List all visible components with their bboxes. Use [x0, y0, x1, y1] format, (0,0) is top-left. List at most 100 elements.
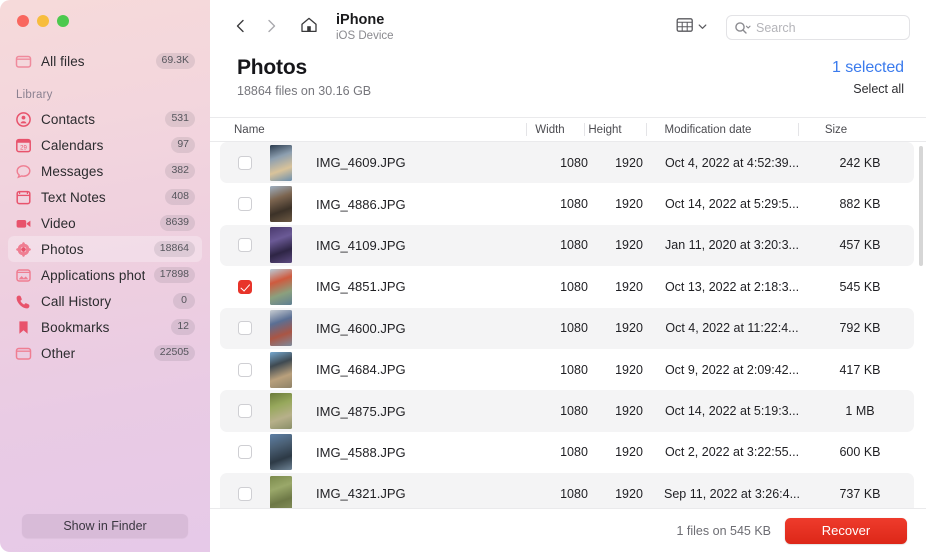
home-button[interactable] [294, 13, 324, 43]
sidebar: All files 69.3K Library Contacts 531 29 Cal… [0, 0, 210, 552]
page-title: Photos [237, 56, 307, 79]
thumbnail [270, 310, 292, 347]
zoom-button[interactable] [57, 15, 69, 27]
table-column-header: Name Width Height Modification date Size [210, 117, 926, 142]
device-subtitle: iOS Device [336, 29, 394, 42]
table-row[interactable]: IMG_4321.JPG 1080 1920 Sep 11, 2022 at 3:26… [220, 473, 914, 508]
photos-flower-icon [15, 241, 32, 258]
sidebar-item-other[interactable]: Other 22505 [8, 340, 202, 366]
view-options-button[interactable] [676, 17, 708, 38]
message-bubble-icon [15, 163, 32, 180]
row-checkbox[interactable] [238, 486, 252, 501]
column-divider[interactable] [584, 123, 585, 136]
sidebar-item-label: Photos [41, 241, 84, 257]
sidebar-item-bookmarks[interactable]: Bookmarks 12 [8, 314, 202, 340]
file-date-cell: Oct 4, 2022 at 4:52:39... [664, 155, 800, 170]
row-checkbox[interactable] [238, 404, 252, 419]
row-checkbox[interactable] [238, 197, 252, 212]
sidebar-item-applications-photo[interactable]: Applications photo 17898 [8, 262, 202, 288]
column-divider[interactable] [646, 123, 647, 136]
sidebar-item-call-history[interactable]: Call History 0 [8, 288, 202, 314]
sidebar-item-contacts[interactable]: Contacts 531 [8, 106, 202, 132]
file-table-body: IMG_4609.JPG 1080 1920 Oct 4, 2022 at 4:52:… [220, 142, 914, 508]
selected-count-label[interactable]: 1 selected [832, 59, 904, 77]
row-checkbox[interactable] [238, 238, 252, 253]
file-height-cell: 1920 [615, 197, 643, 212]
file-height-cell: 1920 [615, 486, 643, 501]
sidebar-item-messages[interactable]: Messages 382 [8, 158, 202, 184]
vertical-scrollbar[interactable] [919, 146, 923, 266]
thumbnail [270, 227, 292, 264]
table-row[interactable]: IMG_4886.JPG 1080 1920 Oct 14, 2022 at 5:29… [220, 183, 914, 224]
sidebar-item-photos[interactable]: Photos 18864 [8, 236, 202, 262]
table-row[interactable]: IMG_4875.JPG 1080 1920 Oct 14, 2022 at 5:19… [220, 390, 914, 432]
file-height-cell: 1920 [615, 238, 643, 253]
minimize-button[interactable] [37, 15, 49, 27]
column-divider[interactable] [798, 123, 799, 136]
search-input[interactable] [756, 20, 902, 35]
chevron-right-icon [263, 18, 279, 37]
device-info: iPhone iOS Device [336, 12, 394, 43]
chevron-down-icon [697, 19, 708, 37]
sidebar-item-text-notes[interactable]: Text Notes 408 [8, 184, 202, 210]
show-in-finder-button[interactable]: Show in Finder [22, 514, 188, 538]
column-divider[interactable] [526, 123, 527, 136]
page-header-right: 1 selected Select all [832, 56, 904, 96]
file-size-cell: 1 MB [845, 404, 875, 419]
file-name-cell: IMG_4886.JPG [316, 196, 406, 212]
file-height-cell: 1920 [615, 155, 643, 170]
column-header-date[interactable]: Modification date [634, 124, 782, 136]
forward-button[interactable] [258, 15, 284, 41]
page-header-left: Photos 18864 files on 30.16 GB [237, 56, 371, 98]
row-checkbox[interactable] [238, 362, 252, 377]
file-size-cell: 242 KB [839, 155, 881, 170]
table-row[interactable]: IMG_4851.JPG 1080 1920 Oct 13, 2022 at 2:18… [220, 266, 914, 307]
thumbnail [270, 434, 292, 471]
file-date-cell: Oct 14, 2022 at 5:29:5... [664, 197, 800, 212]
home-icon [299, 15, 319, 40]
sidebar-item-label: Calendars [41, 137, 104, 153]
sidebar-item-label: Bookmarks [41, 319, 110, 335]
row-checkbox[interactable] [238, 279, 252, 294]
sidebar-item-video[interactable]: Video 8639 [8, 210, 202, 236]
table-row[interactable]: IMG_4684.JPG 1080 1920 Oct 9, 2022 at 2:09:… [220, 349, 914, 390]
file-size-cell: 545 KB [839, 279, 881, 294]
contacts-icon [15, 111, 32, 128]
column-header-name[interactable]: Name [234, 124, 524, 136]
file-name-cell: IMG_4588.JPG [316, 444, 406, 460]
sidebar-item-calendars[interactable]: 29 Calendars 97 [8, 132, 202, 158]
grid-view-icon [676, 17, 694, 38]
page-subtitle: 18864 files on 30.16 GB [237, 84, 372, 98]
table-row[interactable]: IMG_4609.JPG 1080 1920 Oct 4, 2022 at 4:52:… [220, 142, 914, 184]
footer-status-label: 1 files on 545 KB [676, 523, 771, 538]
phone-icon [15, 293, 32, 310]
search-box[interactable] [726, 15, 910, 40]
file-table[interactable]: IMG_4609.JPG 1080 1920 Oct 4, 2022 at 4:52:… [210, 142, 926, 508]
sidebar-item-label: Video [41, 215, 76, 231]
sidebar-item-label: Call History [41, 293, 112, 309]
sidebar-item-list: Contacts 531 29 Calendars 97 Messages 382 Text … [0, 106, 210, 366]
chevron-left-icon [233, 18, 249, 37]
table-row[interactable]: IMG_4588.JPG 1080 1920 Oct 2, 2022 at 3:22:… [220, 432, 914, 473]
file-date-cell: Oct 9, 2022 at 2:09:42... [664, 362, 800, 377]
sidebar-item-badge: 69.3K [155, 53, 195, 69]
table-row[interactable]: IMG_4109.JPG 1080 1920 Jan 11, 2020 at 3:20… [220, 224, 914, 267]
sidebar-item-badge: 8639 [159, 215, 195, 231]
recover-button[interactable]: Recover [785, 517, 907, 544]
sidebar-item-all-files[interactable]: All files 69.3K [8, 48, 202, 74]
calendar-icon: 29 [15, 137, 32, 154]
row-checkbox[interactable] [238, 155, 252, 170]
sidebar-item-label: Other [41, 345, 76, 361]
select-all-button[interactable]: Select all [832, 82, 904, 96]
row-checkbox[interactable] [238, 321, 252, 336]
table-row[interactable]: IMG_4600.JPG 1080 1920 Oct 4, 2022 at 11:22… [220, 307, 914, 349]
sidebar-item-label: Applications photo [41, 267, 145, 283]
back-button[interactable] [228, 15, 254, 41]
main-panel: iPhone iOS Device Search Photos 18864 fi… [210, 0, 926, 552]
column-header-width[interactable]: Width [524, 124, 576, 136]
sidebar-item-badge: 22505 [153, 345, 195, 361]
notes-icon [15, 189, 32, 206]
close-button[interactable] [17, 15, 29, 27]
sidebar-item-badge: 17898 [153, 267, 195, 283]
row-checkbox[interactable] [238, 445, 252, 460]
